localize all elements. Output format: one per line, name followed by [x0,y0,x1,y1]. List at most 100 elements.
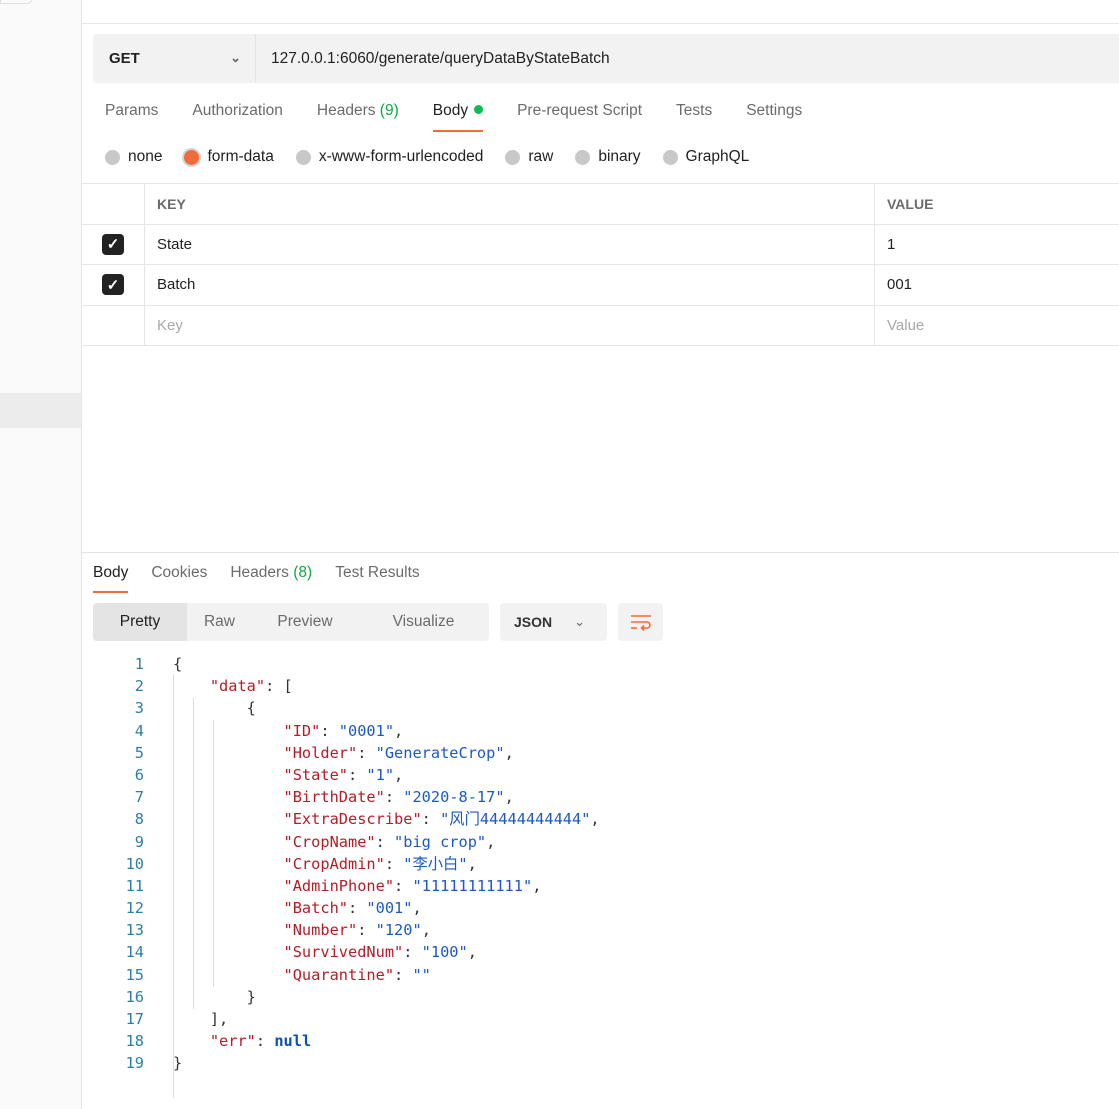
body-type-options: none form-data x-www-form-urlencoded raw bin… [105,148,771,166]
json-key: "Holder" [283,743,358,762]
json-string: "100" [421,943,468,962]
json-punctuation: , [467,854,477,873]
value-input[interactable]: Value [875,306,1119,346]
json-punctuation [173,919,284,941]
json-punctuation [173,1030,210,1052]
line-number: 12 [125,899,144,918]
line-number: 14 [125,943,144,962]
radio-label: raw [528,148,554,165]
radio-raw[interactable]: raw [505,148,553,166]
line-number: 1 [134,655,144,673]
radio-circle-icon [575,149,591,165]
json-punctuation [173,786,284,808]
radio-binary[interactable]: binary [575,148,641,166]
tab-body[interactable]: Body [432,102,484,132]
line-number: 8 [134,810,144,829]
json-string: "2020-8-17" [403,788,505,807]
sidebar [0,0,82,1109]
json-punctuation: { [173,655,183,673]
sidebar-selected-item[interactable] [0,393,81,428]
table-row-empty: Key Value [82,305,1119,346]
method-select[interactable]: GET ⌄ [93,34,256,83]
method-label: GET [109,50,140,67]
format-label: JSON [514,614,553,630]
radio-x-www-form-urlencoded[interactable]: x-www-form-urlencoded [295,148,483,166]
json-key: "ID" [283,721,321,740]
code-line: 8 "ExtraDescribe": "风门44444444444", [100,808,600,830]
radio-label: binary [598,148,641,165]
key-input[interactable]: Key [145,305,875,345]
code-line: 14 "SurvivedNum": "100", [100,941,600,963]
request-bar: GET ⌄ 127.0.0.1:6060/generate/queryDataB… [93,34,1119,83]
key-input[interactable]: Batch [145,265,875,305]
tab-settings[interactable]: Settings [746,102,802,132]
json-key: "err" [209,1032,256,1051]
json-key: "ExtraDescribe" [283,810,422,829]
line-number: 6 [134,765,144,784]
code-line: 10 "CropAdmin": "李小白", [100,853,600,875]
json-key: "CropName" [283,832,376,851]
value-input[interactable]: 1 [875,225,1119,265]
wrap-lines-button[interactable] [618,603,663,641]
json-punctuation: } [173,987,256,1006]
line-number: 11 [125,876,144,895]
json-punctuation: : [255,1032,275,1051]
tab-headers[interactable]: Headers (9) [317,102,399,132]
json-punctuation: : [394,876,413,895]
json-key: "BirthDate" [283,788,385,807]
row-checkbox[interactable]: ✓ [102,233,124,255]
checkmark-icon: ✓ [106,236,120,254]
chevron-down-icon: ⌄ [574,614,586,629]
radio-graphql[interactable]: GraphQL [662,148,749,166]
json-key: "SurvivedNum" [283,943,404,962]
tab-label: Headers [316,102,376,119]
line-number: 15 [125,965,144,984]
response-tab-cookies[interactable]: Cookies [151,564,207,593]
response-tab-body[interactable]: Body [93,564,129,593]
tab-count: (9) [379,102,399,119]
radio-circle-icon [295,149,311,165]
json-key: "State" [283,765,348,784]
view-mode-preview[interactable]: Preview [252,603,358,641]
json-punctuation: : [357,921,376,940]
code-line: 18 "err": null [100,1030,600,1052]
row-checkbox[interactable]: ✓ [102,274,124,296]
json-key: "AdminPhone" [283,876,395,895]
pane-divider[interactable] [82,552,1119,553]
code-line: 3 { [100,697,600,719]
response-tab-test-results[interactable]: Test Results [335,564,419,593]
json-null: null [274,1032,312,1051]
line-number: 18 [125,1032,144,1051]
view-mode-visualize[interactable]: Visualize [358,603,489,641]
view-mode-raw[interactable]: Raw [187,603,252,641]
indent-guide [193,698,194,1009]
tab-pre-request-script[interactable]: Pre-request Script [517,102,642,132]
line-number: 2 [134,677,144,696]
code-line: 5 "Holder": "GenerateCrop", [100,742,600,764]
json-string: "big crop" [394,832,487,851]
code-line: 2 "data": [ [100,675,600,697]
view-mode-tabs: Pretty Raw Preview Visualize [93,603,489,641]
format-select[interactable]: JSON ⌄ [500,603,607,641]
json-string: "0001" [338,721,395,740]
tab-authorization[interactable]: Authorization [192,102,282,132]
radio-none[interactable]: none [105,148,162,166]
tab-params[interactable]: Params [105,102,158,132]
json-string: "GenerateCrop" [375,743,505,762]
radio-circle-icon [662,149,678,165]
url-input[interactable]: 127.0.0.1:6060/generate/queryDataByState… [256,50,610,68]
key-input[interactable]: State [145,224,875,264]
code-line: 12 "Batch": "001", [100,897,600,919]
tab-tests[interactable]: Tests [676,102,712,132]
tab-label: Pre-request Script [517,102,643,119]
json-key: "CropAdmin" [283,854,385,873]
code-line: 11 "AdminPhone": "11111111111", [100,875,600,897]
value-input[interactable]: 001 [875,265,1119,305]
code-line: 15 "Quarantine": "" [100,964,600,986]
form-data-table: KEY VALUE ✓ State 1 ✓ Batch 001 Key Value [82,183,1119,346]
sidebar-tab-stub[interactable] [0,0,32,4]
radio-form-data[interactable]: form-data [184,148,274,166]
line-number: 4 [134,721,144,740]
view-mode-pretty[interactable]: Pretty [93,603,187,641]
response-tab-headers[interactable]: Headers (8) [230,564,312,593]
